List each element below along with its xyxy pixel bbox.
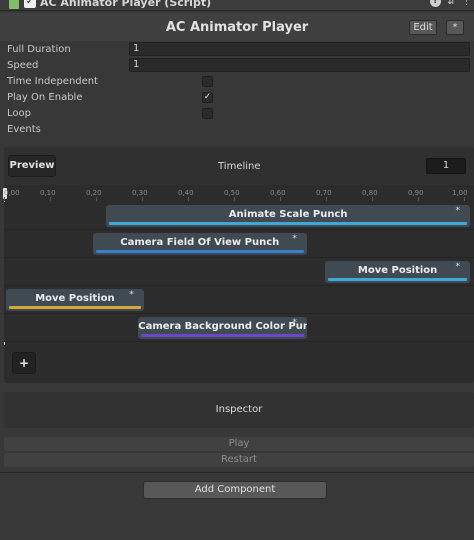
ruler-tick-label: 1,00 (452, 189, 468, 197)
ruler-tick (418, 197, 419, 201)
ruler-tick (464, 197, 465, 201)
star-button[interactable]: * (446, 20, 464, 35)
timeline-title: Timeline (218, 161, 261, 172)
play-on-enable-checkbox[interactable]: ✓ (202, 92, 213, 103)
clip-color-bar (109, 222, 467, 225)
ruler-tick (188, 197, 189, 201)
script-icon (9, 0, 19, 9)
component-enabled-toggle[interactable]: ✓ (24, 0, 36, 8)
ruler-tick-label: 0,80 (362, 189, 378, 197)
full-duration-field[interactable]: 1 (129, 42, 470, 56)
speed-field[interactable]: 1 (129, 58, 470, 72)
clip-modified-marker: * (455, 262, 460, 272)
timeline-clip[interactable]: Camera Background Color Pun * (138, 317, 307, 339)
clip-label: Animate Scale Punch (228, 209, 348, 220)
component-header[interactable]: ✓ AC Animator Player (Script) ? ⇵ ⋮ (0, 0, 474, 11)
menu-icon[interactable]: ⋮ (461, 0, 472, 7)
clip-modified-marker: * (129, 290, 134, 300)
clip-modified-marker: * (292, 234, 297, 244)
ruler-tick-label: 0,60 (270, 189, 286, 197)
add-component-button[interactable]: Add Component (143, 481, 327, 499)
play-button[interactable]: Play (4, 437, 474, 451)
settings-icon[interactable]: ⇵ (446, 0, 457, 7)
time-independent-checkbox[interactable] (202, 76, 213, 87)
ruler-tick (326, 197, 327, 201)
clip-modified-marker: * (455, 206, 460, 216)
clip-color-bar (141, 334, 304, 337)
timeline-clip[interactable]: Camera Field Of View Punch * (92, 233, 307, 255)
page-title: AC Animator Player (165, 20, 309, 35)
timeline-frame-field[interactable]: 1 (426, 158, 466, 174)
clip-label: Camera Field Of View Punch (120, 237, 280, 248)
ruler-tick-label: 0,20 (86, 189, 102, 197)
divider (0, 472, 474, 473)
component-title: AC Animator Player (Script) (40, 0, 212, 9)
restart-button[interactable]: Restart (4, 453, 474, 467)
timeline-clip[interactable]: Move Position * (6, 289, 144, 311)
timeline-clip[interactable]: Animate Scale Punch * (106, 205, 470, 227)
speed-label: Speed (7, 60, 39, 71)
ruler-tick (372, 197, 373, 201)
inspector-panel: Inspector (4, 392, 474, 428)
events-label[interactable]: Events (7, 124, 41, 135)
ruler-tick (50, 197, 51, 201)
ruler-tick-label: 0,70 (316, 189, 332, 197)
ruler-tick (96, 197, 97, 201)
ruler-tick-label: 0,90 (408, 189, 424, 197)
loop-label: Loop (7, 108, 31, 119)
clip-label: Move Position (357, 265, 438, 276)
play-on-enable-label: Play On Enable (7, 92, 83, 103)
ruler-tick-label: 0,40 (178, 189, 194, 197)
preview-button[interactable]: Preview (8, 155, 56, 177)
edit-button[interactable]: Edit (409, 20, 437, 35)
add-track-button[interactable]: + (12, 352, 36, 374)
ruler-tick-label: 0,10 (40, 189, 56, 197)
clip-color-bar (328, 278, 467, 281)
time-independent-label: Time Independent (7, 76, 99, 87)
help-icon[interactable]: ? (430, 0, 441, 7)
ruler-tick (234, 197, 235, 201)
ruler-tick (142, 197, 143, 201)
clip-color-bar (9, 306, 141, 309)
ruler-tick-label: 0,50 (224, 189, 240, 197)
ruler-tick (280, 197, 281, 201)
clip-modified-marker: * (292, 318, 297, 328)
full-duration-label: Full Duration (7, 44, 71, 55)
clip-color-bar (95, 250, 304, 253)
ruler-tick-label: 0,30 (132, 189, 148, 197)
clip-label: Camera Background Color Pun (138, 321, 307, 332)
loop-checkbox[interactable] (202, 108, 213, 119)
clip-label: Move Position (35, 293, 115, 304)
ruler-tick (4, 197, 5, 201)
timeline-clip[interactable]: Move Position * (325, 261, 470, 283)
ruler-tick-label: 0,00 (4, 189, 20, 197)
